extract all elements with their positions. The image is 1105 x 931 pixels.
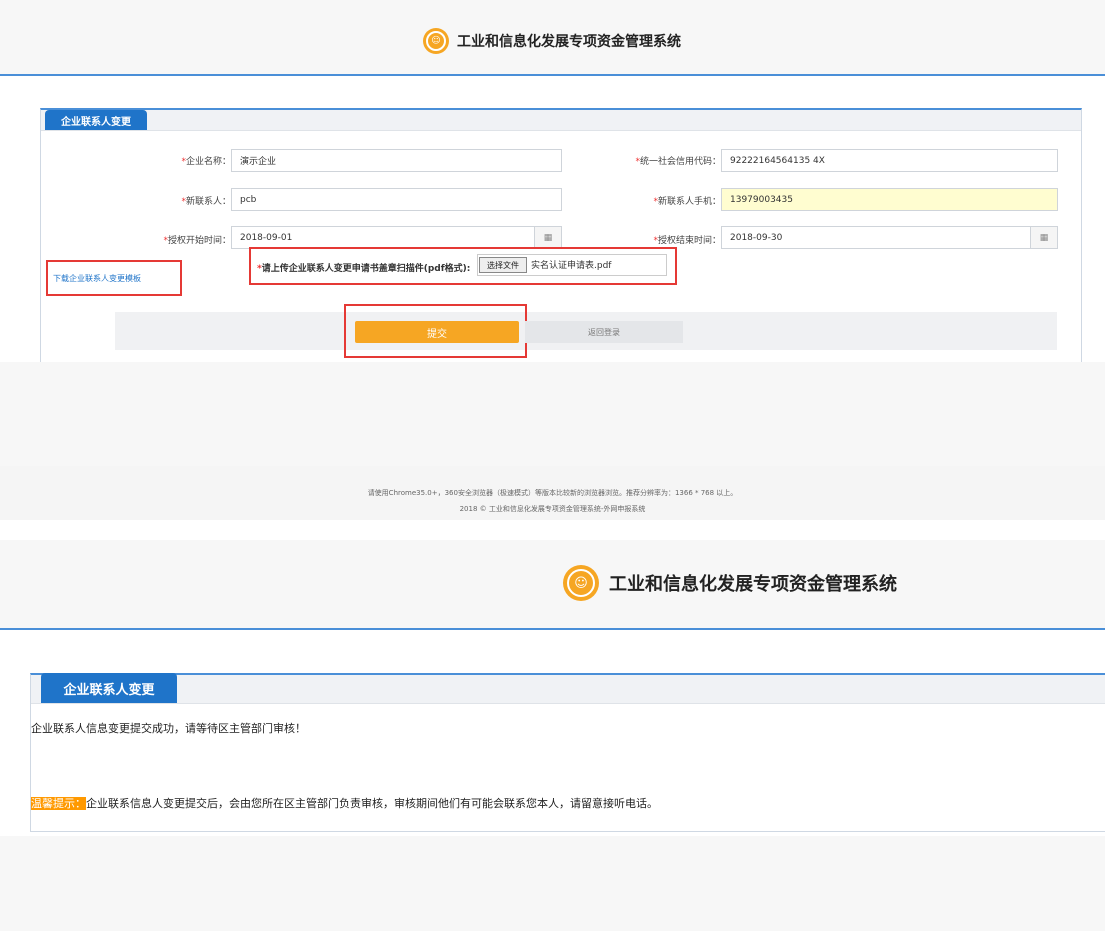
start-time-field[interactable]: 2018-09-01 ▦	[231, 226, 562, 249]
start-time-label: *授权开始时间：	[163, 236, 231, 246]
credit-code-label: *统一社会信用代码：	[635, 157, 721, 167]
tab-contact-change[interactable]: 企业联系人变更	[45, 110, 147, 130]
tab-contact-change[interactable]: 企业联系人变更	[41, 673, 177, 703]
company-name-label: *企业名称：	[181, 157, 231, 167]
credit-code-field[interactable]: 92222164564135 4X	[721, 149, 1058, 172]
calendar-icon[interactable]: ▦	[534, 227, 561, 248]
logo-icon: ☺	[423, 28, 449, 54]
tip-text: 企业联系信息人变更提交后，会由您所在区主管部门负责审核，审核期间他们有可能会联系…	[86, 797, 658, 810]
success-panel: 企业联系人变更 企业联系人信息变更提交成功，请等待区主管部门审核！ 温馨提示：企…	[30, 673, 1105, 832]
new-contact-field[interactable]: pcb	[231, 188, 562, 211]
top-header: ☺ 工业和信息化发展专项资金管理系统	[0, 0, 1105, 76]
tip-row: 温馨提示：企业联系信息人变更提交后，会由您所在区主管部门负责审核，审核期间他们有…	[31, 795, 658, 811]
new-contact-label: *新联系人：	[181, 197, 231, 207]
bottom-header: ☺ 工业和信息化发展专项资金管理系统	[0, 540, 1105, 630]
bottom-brand: ☺ 工业和信息化发展专项资金管理系统	[563, 565, 897, 601]
app-title: 工业和信息化发展专项资金管理系统	[457, 34, 681, 50]
company-name-field[interactable]: 演示企业	[231, 149, 562, 172]
end-time-label: *授权结束时间：	[653, 236, 721, 246]
upload-label: *请上传企业联系人变更申请书盖章扫描件(pdf格式):	[257, 264, 471, 274]
back-to-login-button[interactable]: 返回登录	[525, 321, 683, 343]
new-phone-label: *新联系人手机：	[653, 197, 721, 207]
new-phone-field[interactable]: 13979003435	[721, 188, 1058, 211]
chosen-file-name: 实名认证申请表.pdf	[531, 261, 612, 271]
footer: 请使用Chrome35.0+，360安全浏览器（极速模式）等版本比较新的浏览器浏…	[0, 466, 1105, 520]
end-time-field[interactable]: 2018-09-30 ▦	[721, 226, 1058, 249]
contact-change-form-panel: 企业联系人变更 *企业名称： 演示企业 *统一社会信用代码： 922221645…	[40, 108, 1082, 363]
footer-line-1: 请使用Chrome35.0+，360安全浏览器（极速模式）等版本比较新的浏览器浏…	[367, 489, 738, 497]
success-message: 企业联系人信息变更提交成功，请等待区主管部门审核！	[31, 722, 306, 735]
download-template-link[interactable]: 下载企业联系人变更模板	[53, 273, 141, 284]
tip-label: 温馨提示：	[31, 797, 86, 810]
app-title: 工业和信息化发展专项资金管理系统	[609, 574, 897, 595]
logo-icon: ☺	[563, 565, 599, 601]
top-blank-area	[0, 362, 1105, 466]
bottom-blank-area	[0, 836, 1105, 931]
top-brand: ☺ 工业和信息化发展专项资金管理系统	[423, 28, 681, 54]
calendar-icon[interactable]: ▦	[1030, 227, 1057, 248]
choose-file-button[interactable]: 选择文件	[479, 257, 527, 273]
footer-line-2: 2018 © 工业和信息化发展专项资金管理系统-外网申报系统	[459, 505, 646, 513]
submit-button[interactable]: 提交	[355, 321, 519, 343]
